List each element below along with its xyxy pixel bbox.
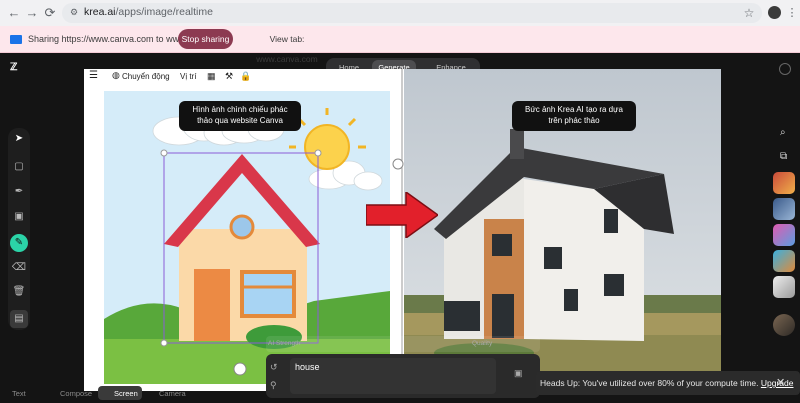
red-arrow-icon	[366, 192, 438, 238]
tab-screen[interactable]: Screen	[114, 388, 138, 400]
callout-result: Bức ảnh Krea AI tạo ra dựa trên phác thả…	[512, 101, 636, 131]
profile-avatar[interactable]	[768, 6, 781, 19]
style-thumbnail[interactable]	[773, 224, 795, 246]
callout-sketch: Hình ảnh chình chiếu phác thảo qua websi…	[179, 101, 301, 131]
search-icon[interactable]: ⌕	[780, 127, 792, 139]
back-icon[interactable]: ←	[6, 5, 22, 21]
quality-slider[interactable]: Quality	[472, 340, 492, 347]
style-thumbnail[interactable]	[773, 172, 795, 194]
layer-icon[interactable]: ▤	[10, 310, 28, 328]
browser-menu-icon[interactable]: ⋮	[784, 5, 800, 21]
close-icon[interactable]: ✕	[776, 377, 785, 389]
url-host: krea.ai	[84, 6, 116, 18]
site-settings-icon[interactable]: ⚙	[70, 7, 80, 17]
style-thumbnail[interactable]	[773, 250, 795, 272]
pen-tool-icon[interactable]: ✒	[10, 183, 28, 201]
bookmark-star-icon[interactable]: ☆	[741, 5, 757, 21]
eraser-tool-icon[interactable]: ⌫	[10, 259, 28, 277]
view-tab-button[interactable]: View tab: www.canva.com	[241, 29, 333, 64]
image-upload-icon[interactable]: ▣	[514, 368, 523, 379]
compute-warning-toast: Heads Up: You've utilized over 80% of yo…	[536, 371, 800, 395]
hamburger-menu-icon[interactable]: ☰	[89, 70, 98, 81]
link-icon[interactable]: ⚲	[270, 380, 277, 391]
strength-panel	[266, 336, 540, 352]
trash-icon[interactable]: 🗑	[10, 283, 28, 301]
url-text: krea.ai/apps/image/realtime	[84, 6, 213, 18]
tab-compose[interactable]: Compose	[60, 388, 92, 400]
style-thumbnail[interactable]	[773, 198, 795, 220]
format-paint-icon[interactable]: ⚒	[225, 71, 233, 82]
account-icon[interactable]	[779, 63, 791, 75]
prompt-input[interactable]: house	[290, 358, 496, 394]
image-tool-icon[interactable]: ▣	[10, 208, 28, 226]
tab-camera[interactable]: Camera	[159, 388, 186, 400]
ai-strength-slider[interactable]: AI Strength	[268, 340, 301, 347]
style-thumbnail[interactable]	[773, 276, 795, 298]
position-button[interactable]: Vị trí	[180, 72, 196, 81]
share-icon[interactable]: ⧉	[780, 151, 792, 163]
toast-message: Heads Up: You've utilized over 80% of yo…	[540, 378, 759, 388]
tab-text[interactable]: Text	[12, 388, 26, 400]
rectangle-tool-icon[interactable]: ▢	[10, 158, 28, 176]
krea-logo-icon[interactable]: ℤ	[10, 63, 20, 73]
style-thumbnail[interactable]	[773, 314, 795, 336]
url-path: /apps/image/realtime	[115, 6, 213, 18]
forward-icon[interactable]: →	[24, 5, 40, 21]
select-tool-icon[interactable]: ➤	[10, 130, 28, 148]
brush-tool-icon[interactable]: ✎	[10, 234, 28, 252]
stop-sharing-button[interactable]: Stop sharing	[178, 29, 233, 49]
animate-button[interactable]: Chuyển động	[122, 72, 170, 81]
transparency-icon[interactable]: ▦	[207, 71, 216, 82]
screen-share-icon	[10, 35, 22, 44]
animate-icon[interactable]: ◍	[112, 70, 120, 81]
lock-icon[interactable]: 🔒	[240, 71, 251, 82]
reload-icon[interactable]: ⟳	[42, 5, 58, 21]
undo-icon[interactable]: ↺	[270, 362, 278, 373]
